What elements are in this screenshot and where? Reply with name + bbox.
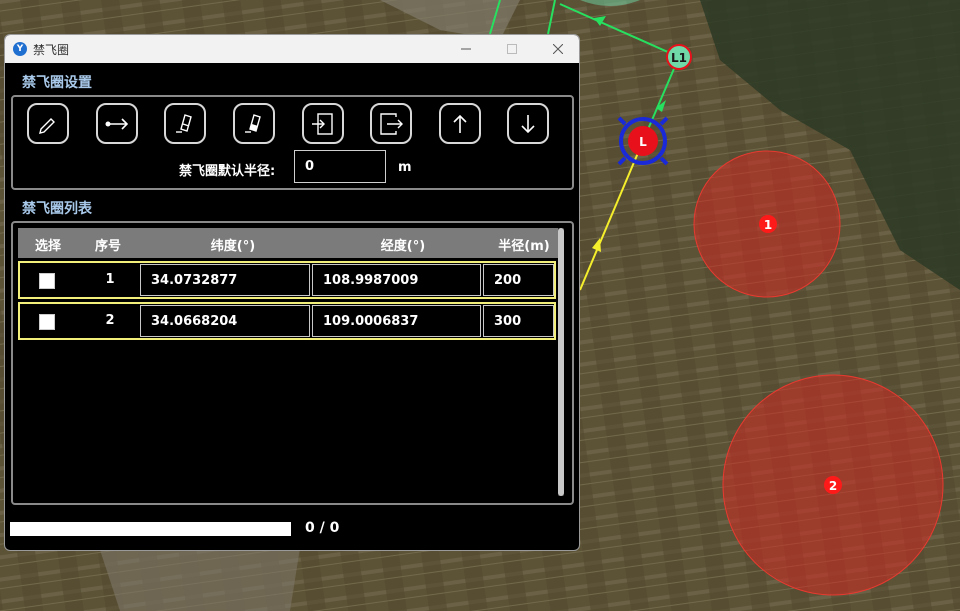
no-fly-zone-window: Y 禁飞圈 禁飞圈设置 禁飞圈默认半径: 0 m 禁飞圈列表 选择 序号 纬度(…: [4, 34, 580, 551]
village-area-south: [100, 548, 300, 611]
window-titlebar[interactable]: Y 禁飞圈: [5, 35, 579, 63]
zone-list-panel: 选择 序号 纬度(°) 经度(°) 半径(m) 1 34.0732877 108…: [11, 221, 574, 505]
landing-target-label: L: [639, 135, 647, 149]
row-checkbox[interactable]: [39, 273, 55, 289]
zone-1-marker-label: 1: [764, 218, 772, 232]
row-radius[interactable]: 200: [483, 264, 554, 296]
row-longitude[interactable]: 109.0006837: [312, 305, 481, 337]
row-latitude[interactable]: 34.0668204: [140, 305, 310, 337]
list-section-title: 禁飞圈列表: [22, 201, 92, 217]
scrollbar-thumb[interactable]: [558, 228, 564, 496]
progress-text: 0 / 0: [305, 520, 340, 536]
import-button[interactable]: [302, 103, 344, 144]
move-up-button[interactable]: [439, 103, 481, 144]
row-radius[interactable]: 300: [483, 305, 554, 337]
table-header: 选择 序号 纬度(°) 经度(°) 半径(m): [18, 228, 560, 258]
column-header-index: 序号: [94, 239, 121, 254]
column-header-lon: 经度(°): [380, 239, 426, 254]
row-index: 2: [105, 313, 115, 328]
column-header-lat: 纬度(°): [210, 239, 256, 254]
pencil-icon: [39, 117, 55, 134]
radius-unit-label: m: [398, 160, 412, 175]
column-header-radius: 半径(m): [498, 239, 550, 254]
erase-one-icon: [176, 113, 192, 133]
zone-2-marker-label: 2: [829, 479, 837, 493]
move-down-button[interactable]: [507, 103, 549, 144]
import-icon: [312, 112, 333, 135]
table-row[interactable]: 1 34.0732877 108.9987009 200: [18, 261, 556, 299]
arrow-right-icon: [105, 117, 129, 130]
window-title: 禁飞圈: [33, 42, 70, 57]
minimize-icon: [461, 48, 471, 50]
default-radius-input[interactable]: [294, 150, 386, 183]
minimize-button[interactable]: [443, 35, 489, 63]
close-button[interactable]: [535, 35, 579, 63]
row-index: 1: [105, 272, 115, 287]
column-header-select: 选择: [34, 239, 61, 254]
maximize-button[interactable]: [489, 35, 535, 63]
progress-bar: [10, 522, 291, 536]
draw-zone-button[interactable]: [27, 103, 69, 144]
row-longitude[interactable]: 108.9987009: [312, 264, 481, 296]
list-scrollbar[interactable]: [558, 228, 564, 496]
row-latitude[interactable]: 34.0732877: [140, 264, 310, 296]
goto-zone-button[interactable]: [96, 103, 138, 144]
waypoint-l1-label: L1: [671, 51, 687, 65]
table-row[interactable]: 2 34.0668204 109.0006837 300: [18, 302, 556, 340]
arrow-down-icon: [521, 114, 535, 133]
arrow-up-icon: [453, 114, 467, 133]
erase-all-button[interactable]: [233, 103, 275, 144]
settings-panel: 禁飞圈默认半径: m: [11, 95, 574, 190]
erase-all-icon: [245, 113, 261, 133]
close-icon: [553, 44, 563, 54]
export-icon: [380, 112, 403, 135]
default-radius-label: 禁飞圈默认半径:: [179, 164, 276, 179]
row-checkbox[interactable]: [39, 314, 55, 330]
settings-section-title: 禁飞圈设置: [22, 75, 92, 91]
erase-zone-button[interactable]: [164, 103, 206, 144]
maximize-icon: [507, 44, 517, 54]
app-icon: Y: [13, 42, 27, 56]
export-button[interactable]: [370, 103, 412, 144]
